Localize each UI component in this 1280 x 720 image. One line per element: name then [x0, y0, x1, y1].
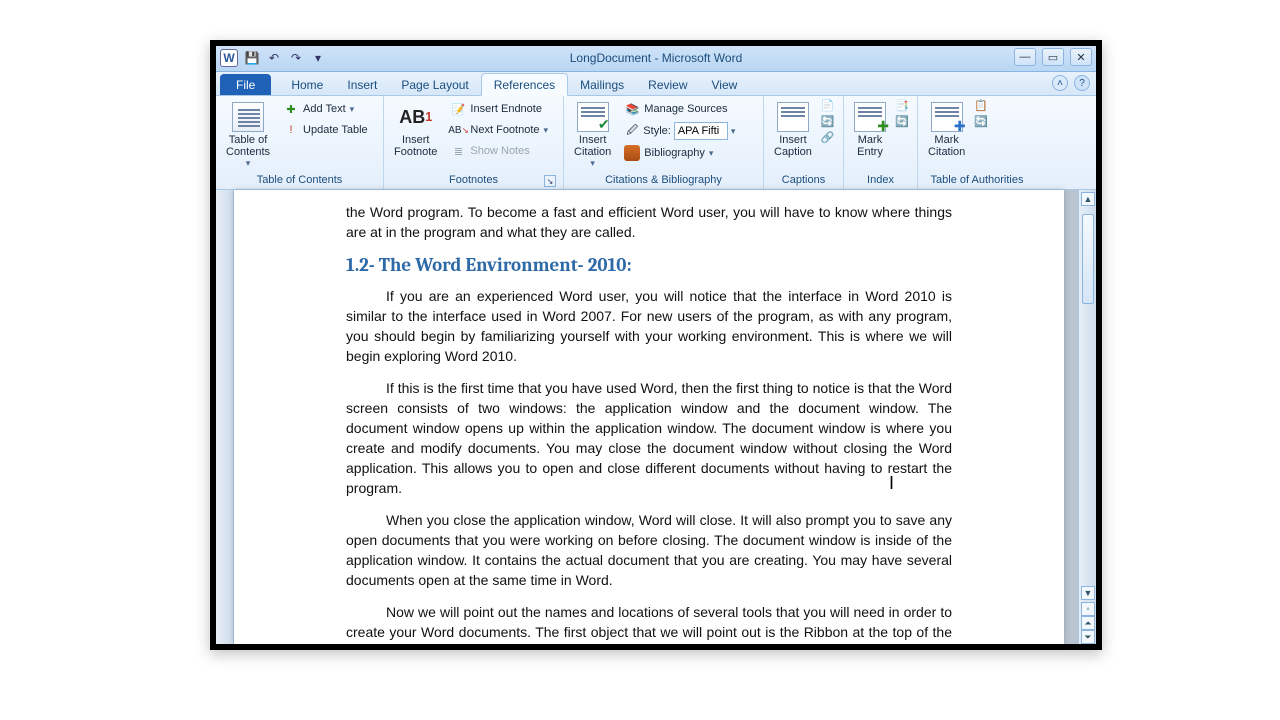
prev-page-icon[interactable]: ⏶ — [1081, 616, 1095, 630]
scroll-thumb[interactable] — [1082, 214, 1094, 304]
mark-citation-button[interactable]: ✚ Mark Citation — [923, 99, 970, 161]
caption-icon — [777, 102, 809, 132]
tab-references[interactable]: References — [481, 73, 568, 96]
paragraph-3: When you close the application window, W… — [346, 510, 952, 590]
document-page[interactable]: the Word program. To become a fast and e… — [234, 190, 1064, 644]
save-icon[interactable]: 💾 — [244, 50, 260, 66]
minimize-button[interactable]: — — [1014, 48, 1036, 66]
manage-sources-icon: 📚 — [624, 101, 640, 117]
redo-icon[interactable]: ↷ — [288, 50, 304, 66]
title-bar: W 💾 ↶ ↷ ▾ LongDocument - Microsoft Word … — [216, 46, 1096, 72]
mark-entry-icon: ✚ — [854, 102, 886, 132]
mark-citation-icon: ✚ — [931, 102, 963, 132]
paragraph-1: If you are an experienced Word user, you… — [346, 286, 952, 366]
tab-home[interactable]: Home — [279, 74, 335, 95]
show-notes-button: ≣ Show Notes — [446, 141, 552, 161]
help-icon[interactable]: ? — [1074, 75, 1090, 91]
endnote-icon: 📝 — [450, 101, 466, 117]
word-app-icon[interactable]: W — [220, 49, 238, 67]
word-window: W 💾 ↶ ↷ ▾ LongDocument - Microsoft Word … — [210, 40, 1102, 650]
window-title: LongDocument - Microsoft Word — [570, 51, 743, 65]
close-button[interactable]: ✕ — [1070, 48, 1092, 66]
toc-label: Table of Contents — [226, 134, 270, 158]
footnote-icon: AB1 — [400, 102, 432, 132]
toc-icon — [232, 102, 264, 132]
tab-review[interactable]: Review — [636, 74, 699, 95]
next-footnote-button[interactable]: AB↘ Next Footnote — [446, 120, 552, 140]
tab-mailings[interactable]: Mailings — [568, 74, 636, 95]
group-captions: Insert Caption 📄 🔄 🔗 Captions — [764, 96, 844, 189]
next-page-icon[interactable]: ⏷ — [1081, 630, 1095, 644]
update-index-icon[interactable]: 🔄 — [895, 115, 909, 128]
citation-style-picker[interactable]: 🖉 Style: ▾ — [620, 120, 739, 142]
insert-toa-icon[interactable]: 📋 — [974, 99, 988, 112]
browse-object-icon[interactable]: ◦ — [1081, 602, 1095, 616]
mark-entry-button[interactable]: ✚ Mark Entry — [849, 99, 891, 161]
scroll-up-icon[interactable]: ▲ — [1081, 192, 1095, 206]
insert-footnote-button[interactable]: AB1 Insert Footnote — [389, 99, 442, 161]
vertical-ruler — [216, 190, 234, 644]
manage-sources-button[interactable]: 📚 Manage Sources — [620, 99, 739, 119]
style-dropdown-icon[interactable]: ▾ — [731, 126, 736, 137]
insert-citation-button[interactable]: ✔ Insert Citation — [569, 99, 616, 172]
bibliography-icon — [624, 145, 640, 161]
update-table-button[interactable]: ! Update Table — [279, 120, 372, 140]
insert-table-figures-icon[interactable]: 📄 — [821, 99, 835, 112]
heading-1-2: 1.2- The Word Environment- 2010: — [346, 254, 952, 276]
update-icon: ! — [283, 122, 299, 138]
group-table-of-contents: Table of Contents ✚ Add Text ! Update Ta… — [216, 96, 384, 189]
tab-file[interactable]: File — [220, 74, 271, 95]
group-footnotes: AB1 Insert Footnote 📝 Insert Endnote AB↘… — [384, 96, 564, 189]
group-table-of-authorities: ✚ Mark Citation 📋 🔄 Table of Authorities — [918, 96, 1036, 189]
qat-customize-icon[interactable]: ▾ — [310, 50, 326, 66]
paragraph-2: If this is the first time that you have … — [346, 378, 952, 498]
group-label: Table of Contents — [221, 172, 378, 189]
tab-insert[interactable]: Insert — [335, 74, 389, 95]
add-text-button[interactable]: ✚ Add Text — [279, 99, 372, 119]
citation-icon: ✔ — [577, 102, 609, 132]
style-icon: 🖉 — [624, 123, 640, 139]
next-footnote-icon: AB↘ — [450, 122, 466, 138]
minimize-ribbon-icon[interactable]: ˄ — [1052, 75, 1068, 91]
undo-icon[interactable]: ↶ — [266, 50, 282, 66]
add-text-icon: ✚ — [283, 101, 299, 117]
bibliography-button[interactable]: Bibliography — [620, 143, 739, 163]
show-notes-icon: ≣ — [450, 143, 466, 159]
maximize-button[interactable]: ▭ — [1042, 48, 1064, 66]
footnotes-dialog-launcher[interactable]: ↘ — [544, 175, 556, 187]
paragraph-fragment-top: the Word program. To become a fast and e… — [346, 202, 952, 242]
update-toa-icon[interactable]: 🔄 — [974, 115, 988, 128]
cross-reference-icon[interactable]: 🔗 — [821, 131, 835, 144]
insert-caption-button[interactable]: Insert Caption — [769, 99, 817, 161]
insert-endnote-button[interactable]: 📝 Insert Endnote — [446, 99, 552, 119]
tab-view[interactable]: View — [700, 74, 750, 95]
quick-access-toolbar: W 💾 ↶ ↷ ▾ — [220, 49, 326, 67]
document-workspace: the Word program. To become a fast and e… — [216, 190, 1096, 644]
group-index: ✚ Mark Entry 📑 🔄 Index — [844, 96, 918, 189]
ribbon: Table of Contents ✚ Add Text ! Update Ta… — [216, 96, 1096, 190]
tab-page-layout[interactable]: Page Layout — [389, 74, 480, 95]
paragraph-4: Now we will point out the names and loca… — [346, 602, 952, 644]
group-citations: ✔ Insert Citation 📚 Manage Sources 🖉 Sty… — [564, 96, 764, 189]
table-of-contents-button[interactable]: Table of Contents — [221, 99, 275, 172]
update-captions-icon[interactable]: 🔄 — [821, 115, 835, 128]
insert-index-icon[interactable]: 📑 — [895, 99, 909, 112]
scroll-down-icon[interactable]: ▼ — [1081, 586, 1095, 600]
style-input[interactable] — [674, 122, 728, 140]
vertical-scrollbar[interactable]: ▲ ▼ ◦ ⏶ ⏷ — [1078, 190, 1096, 644]
ribbon-tabs: File Home Insert Page Layout References … — [216, 72, 1096, 96]
